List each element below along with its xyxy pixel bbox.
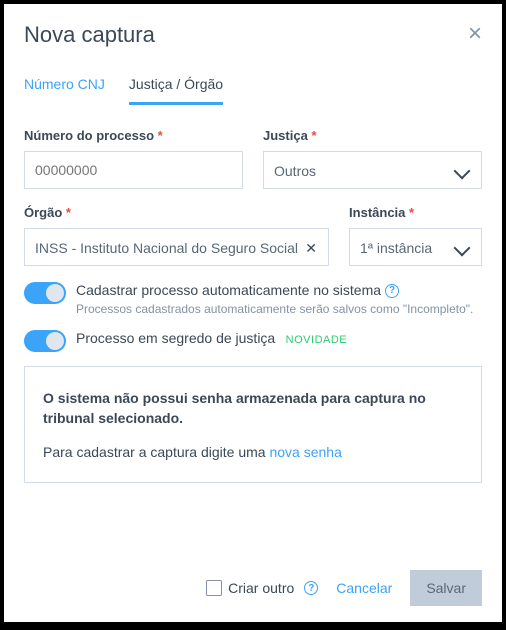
modal-title: Nova captura — [24, 22, 155, 48]
modal-body: Número CNJ Justiça / Órgão Número do pro… — [4, 48, 502, 554]
toggle-auto[interactable] — [24, 282, 66, 304]
label-instancia: Instância * — [349, 205, 482, 220]
close-icon[interactable]: × — [468, 22, 482, 48]
orgao-select[interactable]: INSS - Instituto Nacional do Seguro Soci… — [24, 228, 329, 266]
field-numero-processo: Número do processo * — [24, 128, 243, 189]
criar-outro-wrap: Criar outro ? — [206, 580, 318, 596]
modal-header: Nova captura × — [4, 4, 502, 48]
modal-footer: Criar outro ? Cancelar Salvar — [4, 554, 502, 622]
field-instancia: Instância * 1ª instância — [349, 205, 482, 266]
info-title: O sistema não possui senha armazenada pa… — [43, 389, 463, 428]
novidade-badge: NOVIDADE — [286, 334, 347, 346]
nova-senha-link[interactable]: nova senha — [269, 444, 341, 460]
help-criar-outro-icon[interactable]: ? — [304, 581, 318, 595]
tab-justica-orgao[interactable]: Justiça / Órgão — [129, 76, 223, 105]
modal-nova-captura: Nova captura × Número CNJ Justiça / Órgã… — [4, 4, 502, 622]
toggle-segredo-label: Processo em segredo de justiça — [76, 330, 275, 346]
numero-processo-input[interactable] — [24, 151, 243, 189]
label-numero-processo: Número do processo * — [24, 128, 243, 143]
toggle-segredo-row: Processo em segredo de justiça NOVIDADE — [24, 330, 482, 352]
help-auto-icon[interactable]: ? — [385, 284, 399, 298]
info-box: O sistema não possui senha armazenada pa… — [24, 366, 482, 483]
toggle-segredo[interactable] — [24, 330, 66, 352]
save-button[interactable]: Salvar — [410, 570, 482, 606]
tab-numero-cnj[interactable]: Número CNJ — [24, 76, 105, 105]
row-1: Número do processo * Justiça * Outros — [24, 128, 482, 189]
clear-orgao-icon[interactable]: ✕ — [305, 240, 317, 257]
label-justica: Justiça * — [263, 128, 482, 143]
instancia-select[interactable]: 1ª instância — [349, 228, 482, 266]
cancel-button[interactable]: Cancelar — [336, 580, 392, 596]
field-orgao: Órgão * INSS - Instituto Nacional do Seg… — [24, 205, 329, 266]
row-2: Órgão * INSS - Instituto Nacional do Seg… — [24, 205, 482, 266]
toggle-auto-sub: Processos cadastrados automaticamente se… — [76, 302, 473, 316]
justica-select[interactable]: Outros — [263, 151, 482, 189]
field-justica: Justiça * Outros — [263, 128, 482, 189]
label-orgao: Órgão * — [24, 205, 329, 220]
criar-outro-checkbox[interactable] — [206, 580, 222, 596]
criar-outro-label: Criar outro — [228, 580, 294, 596]
info-text: Para cadastrar a captura digite uma nova… — [43, 444, 463, 460]
tabs: Número CNJ Justiça / Órgão — [24, 76, 482, 106]
toggle-auto-label: Cadastrar processo automaticamente no si… — [76, 282, 381, 298]
toggle-auto-row: Cadastrar processo automaticamente no si… — [24, 282, 482, 316]
